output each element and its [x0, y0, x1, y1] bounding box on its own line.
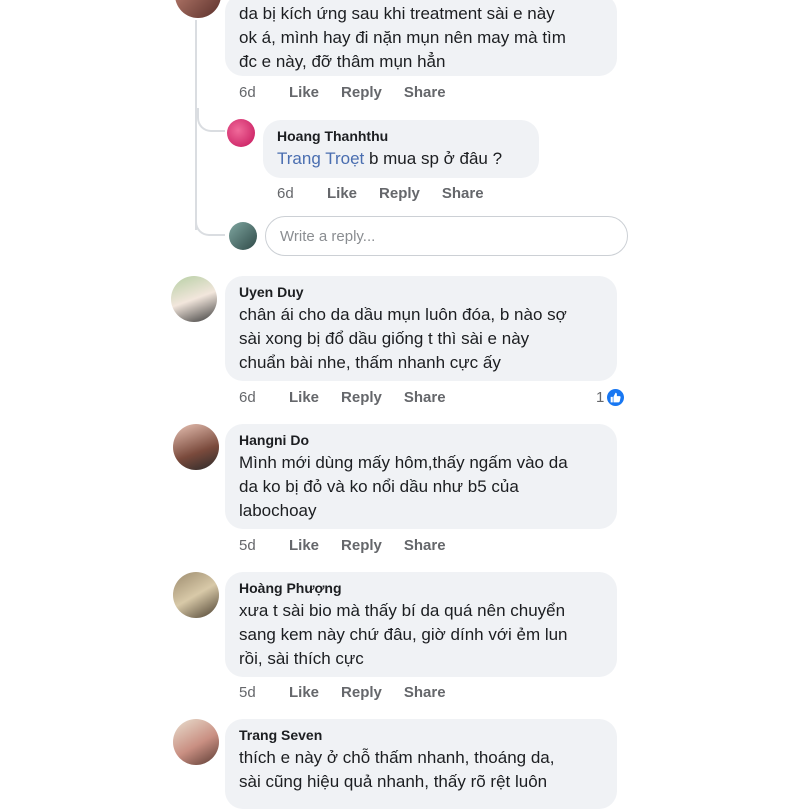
avatar[interactable]	[173, 719, 219, 765]
thread-line	[197, 108, 225, 132]
comment-line: sài xong bị đổ dầu giống t thì sài e này	[239, 329, 530, 348]
comment-line: Mình mới dùng mấy hôm,thấy ngấm vào da	[239, 453, 568, 472]
reply-button[interactable]: Reply	[341, 684, 382, 701]
comment-author[interactable]: Trang Seven	[239, 727, 603, 743]
timestamp[interactable]: 6d	[239, 84, 289, 101]
comment-author[interactable]: Hangni Do	[239, 432, 603, 448]
comment-actions: 5d Like Reply Share	[239, 537, 468, 554]
comment-line: đc e này, đỡ thâm mụn hẳn	[239, 52, 446, 71]
comment-line: thích e này ở chỗ thấm nhanh, thoáng da,	[239, 748, 555, 767]
comment-line: sài cũng hiệu quả nhanh, thấy rõ rệt luô…	[239, 772, 548, 791]
reply-button[interactable]: Reply	[341, 389, 382, 406]
comment-text: da bị kích ứng sau khi treatment sài e n…	[239, 2, 603, 74]
timestamp[interactable]: 5d	[239, 684, 289, 701]
comment-text: chân ái cho da dầu mụn luôn đóa, b nào s…	[239, 303, 603, 375]
reply-input[interactable]: Write a reply...	[265, 216, 628, 256]
comment-line: chân ái cho da dầu mụn luôn đóa, b nào s…	[239, 305, 567, 324]
share-button[interactable]: Share	[404, 84, 446, 101]
comment-bubble: Hangni Do Mình mới dùng mấy hôm,thấy ngấ…	[225, 424, 617, 529]
comment-line: chuẩn bài nhe, thấm nhanh cực ấy	[239, 353, 501, 372]
comment-bubble: Hoang Thanhthu Trang Troẹt b mua sp ở đâ…	[263, 120, 539, 178]
comment-line: da ko bị đỏ và ko nổi dầu như b5 của	[239, 477, 519, 496]
timestamp[interactable]: 6d	[239, 389, 289, 406]
comment-line: xưa t sài bio mà thấy bí da quá nên chuy…	[239, 601, 566, 620]
like-button[interactable]: Like	[289, 537, 319, 554]
comment-line: da bị kích ứng sau khi treatment sài e n…	[239, 4, 555, 23]
like-button[interactable]: Like	[289, 389, 319, 406]
comment-actions: 6d Like Reply Share	[277, 185, 506, 202]
comment-text: xưa t sài bio mà thấy bí da quá nên chuy…	[239, 599, 603, 671]
comment-line: rồi, sài thích cực	[239, 649, 364, 668]
avatar[interactable]	[173, 572, 219, 618]
mention-link[interactable]: Trang Troẹt	[277, 149, 364, 168]
comment-actions: 5d Like Reply Share	[239, 684, 468, 701]
comment-actions: 6d Like Reply Share	[239, 84, 468, 101]
thread-line	[195, 212, 225, 236]
comment-bubble: Trang Seven thích e này ở chỗ thấm nhanh…	[225, 719, 617, 809]
share-button[interactable]: Share	[404, 537, 446, 554]
reaction-count: 1	[596, 389, 605, 406]
comment-text-body: b mua sp ở đâu ?	[364, 149, 503, 168]
reply-input-placeholder: Write a reply...	[280, 227, 376, 245]
avatar[interactable]	[175, 0, 221, 18]
like-button[interactable]: Like	[327, 185, 357, 202]
comment-line: labochoay	[239, 501, 317, 520]
reply-button[interactable]: Reply	[341, 537, 382, 554]
comment-line: sang kem này chứ đâu, giờ dính với ẻm lu…	[239, 625, 568, 644]
avatar	[229, 222, 257, 250]
comment-bubble: Uyen Duy chân ái cho da dầu mụn luôn đóa…	[225, 276, 617, 381]
timestamp[interactable]: 5d	[239, 537, 289, 554]
thumbs-up-icon	[607, 389, 625, 406]
comment-text: Mình mới dùng mấy hôm,thấy ngấm vào da d…	[239, 451, 603, 523]
reply-button[interactable]: Reply	[341, 84, 382, 101]
comment-feed: da bị kích ứng sau khi treatment sài e n…	[155, 0, 645, 809]
share-button[interactable]: Share	[404, 684, 446, 701]
comment-bubble: Hoàng Phượng xưa t sài bio mà thấy bí da…	[225, 572, 617, 677]
reaction-summary[interactable]: 1	[596, 389, 625, 406]
like-button[interactable]: Like	[289, 684, 319, 701]
avatar[interactable]	[173, 424, 219, 470]
comment-author[interactable]: Hoang Thanhthu	[277, 128, 525, 144]
comment-bubble: da bị kích ứng sau khi treatment sài e n…	[225, 0, 617, 76]
timestamp[interactable]: 6d	[277, 185, 327, 202]
like-button[interactable]: Like	[289, 84, 319, 101]
comment-text: thích e này ở chỗ thấm nhanh, thoáng da,…	[239, 746, 603, 794]
comment-text: Trang Troẹt b mua sp ở đâu ?	[277, 147, 525, 171]
share-button[interactable]: Share	[442, 185, 484, 202]
comment-actions: 6d Like Reply Share	[239, 389, 468, 406]
comment-author[interactable]: Uyen Duy	[239, 284, 603, 300]
share-button[interactable]: Share	[404, 389, 446, 406]
avatar[interactable]	[171, 276, 217, 322]
reply-button[interactable]: Reply	[379, 185, 420, 202]
avatar[interactable]	[227, 119, 255, 147]
comment-line: ok á, mình hay đi nặn mụn nên may mà tìm	[239, 28, 566, 47]
comment-author[interactable]: Hoàng Phượng	[239, 580, 603, 596]
